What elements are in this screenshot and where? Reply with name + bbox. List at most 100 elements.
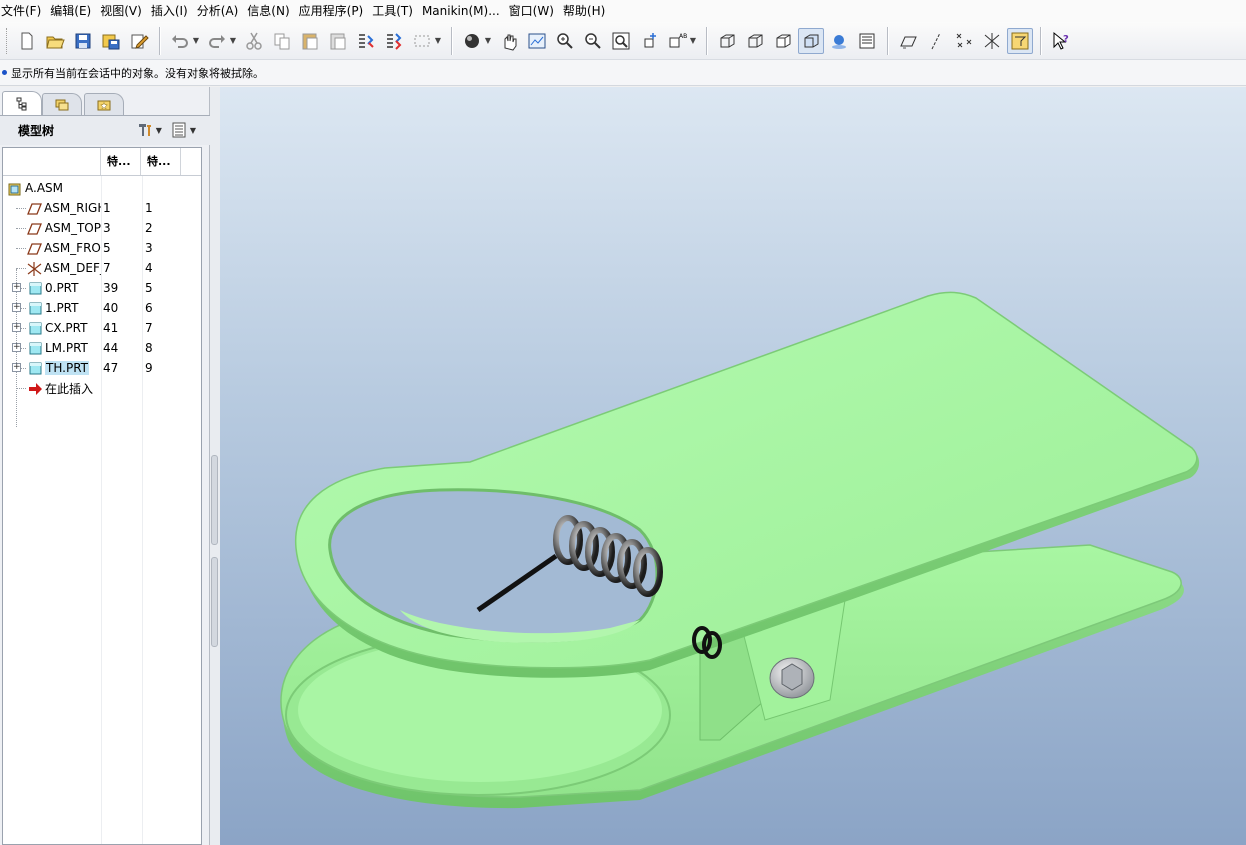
tree-row[interactable]: A.ASM	[3, 178, 201, 198]
appearance-button[interactable]	[459, 28, 485, 54]
shading-button[interactable]	[798, 27, 824, 54]
edit-button[interactable]	[126, 28, 152, 54]
menu-item[interactable]: Manikin(M)...	[420, 0, 507, 22]
undo-button[interactable]	[167, 28, 193, 54]
toolbar-grip[interactable]	[6, 27, 9, 54]
select-box-button[interactable]	[409, 28, 435, 54]
toolbar-separator	[887, 26, 888, 55]
layers-button[interactable]	[854, 28, 880, 54]
reorient-button[interactable]	[636, 28, 662, 54]
paste-icon	[302, 33, 318, 49]
regenerate-icon	[359, 33, 374, 48]
tree-row-name-cell: ASM_TOP	[3, 218, 101, 238]
redo-button[interactable]	[204, 28, 230, 54]
expand-toggle-icon[interactable]: +	[12, 283, 21, 292]
enhanced-realism-button[interactable]	[826, 28, 852, 54]
tree-settings-icon[interactable]	[136, 121, 154, 139]
appearance-icon	[465, 33, 479, 48]
tree-columns-icon[interactable]	[170, 121, 188, 139]
refit-button[interactable]	[524, 28, 550, 54]
coord-sys-icon	[984, 32, 1000, 49]
cut-button[interactable]	[241, 28, 267, 54]
context-help-button[interactable]: ?	[1048, 28, 1074, 54]
menu-item[interactable]: 文件(F)	[0, 0, 48, 22]
regenerate-button[interactable]	[353, 28, 379, 54]
datum-axes-button[interactable]	[923, 28, 949, 54]
toolbar-dropdown-arrow-icon[interactable]: ▼	[484, 36, 492, 45]
graphics-window[interactable]	[220, 87, 1246, 845]
menu-item[interactable]: 窗口(W)	[507, 0, 561, 22]
tree-row[interactable]: ASM_TOP 3 2	[3, 218, 201, 238]
menu-item[interactable]: 信息(N)	[245, 0, 296, 22]
model-tree-tab[interactable]	[2, 91, 42, 115]
tree-row[interactable]: ASM_FRONT5 3	[3, 238, 201, 258]
regenerate-manager-button[interactable]	[381, 28, 407, 54]
coord-sys-button[interactable]	[979, 28, 1005, 54]
tree-row[interactable]: + LM.PRT 44 8	[3, 338, 201, 358]
copy-icon	[274, 33, 290, 49]
zoom-out-button[interactable]	[580, 28, 606, 54]
column-header-feature-id[interactable]: 特...	[101, 148, 141, 175]
toolbar-dropdown-arrow-icon[interactable]: ▼	[689, 36, 697, 45]
new-button[interactable]	[14, 28, 40, 54]
hidden-line-button[interactable]	[742, 28, 768, 54]
tree-row[interactable]: +1.PRT 40 6	[3, 298, 201, 318]
menu-item[interactable]: 视图(V)	[98, 0, 149, 22]
zoom-out-icon	[585, 32, 601, 49]
menu-item[interactable]: 帮助(H)	[561, 0, 612, 22]
new-icon	[21, 32, 33, 49]
tree-row-name-cell: 在此插入	[3, 378, 101, 398]
menu-item[interactable]: 插入(I)	[149, 0, 195, 22]
tree-settings-dropdown-icon[interactable]: ▼	[156, 126, 162, 135]
tree-row[interactable]: 在此插入	[3, 378, 201, 398]
zoom-window-button[interactable]	[608, 28, 634, 54]
splitter-handle[interactable]	[211, 455, 218, 545]
tree-item-label: CX.PRT	[45, 321, 88, 335]
folder-browser-tab[interactable]	[42, 93, 82, 115]
toolbar-dropdown-arrow-icon[interactable]: ▼	[192, 36, 200, 45]
no-hidden-button[interactable]	[770, 28, 796, 54]
annotations-button[interactable]	[1007, 27, 1033, 54]
spin-center-button[interactable]	[496, 28, 522, 54]
paste-special-button[interactable]	[325, 28, 351, 54]
menu-item[interactable]: 分析(A)	[195, 0, 246, 22]
toolbar-dropdown-arrow-icon[interactable]: ▼	[229, 36, 237, 45]
toolbar-dropdown-arrow-icon[interactable]: ▼	[434, 36, 442, 45]
favorites-tab[interactable]	[84, 93, 124, 115]
zoom-in-button[interactable]	[552, 28, 578, 54]
open-button[interactable]	[42, 28, 68, 54]
save-button[interactable]	[70, 28, 96, 54]
feature-id-cell: 44	[103, 341, 119, 355]
part-icon	[27, 300, 43, 316]
hinge-bolt-part[interactable]	[769, 657, 815, 699]
tree-columns-dropdown-icon[interactable]: ▼	[190, 126, 196, 135]
copy-button[interactable]	[269, 28, 295, 54]
datum-points-button[interactable]	[951, 28, 977, 54]
expand-toggle-icon[interactable]: +	[12, 363, 21, 372]
tree-row[interactable]: +0.PRT 39 5	[3, 278, 201, 298]
zoom-in-icon	[557, 32, 573, 49]
menu-item[interactable]: 应用程序(P)	[297, 0, 371, 22]
panel-splitter[interactable]	[210, 87, 220, 845]
expand-toggle-icon[interactable]: +	[12, 303, 21, 312]
saved-views-button[interactable]: AB	[664, 28, 690, 54]
feature-id-cell: 47	[103, 361, 119, 375]
save-as-button[interactable]	[98, 28, 124, 54]
menu-item[interactable]: 工具(T)	[370, 0, 420, 22]
wireframe-button[interactable]	[714, 28, 740, 54]
datum-planes-button[interactable]	[895, 28, 921, 54]
column-header-feature-number[interactable]: 特...	[141, 148, 181, 175]
tree-row[interactable]: ASM_DEF_CSYS7 4	[3, 258, 201, 278]
clip-assembly-model[interactable]	[220, 87, 1246, 845]
menu-item[interactable]: 编辑(E)	[48, 0, 98, 22]
tree-row[interactable]: ASM_RIGHT11	[3, 198, 201, 218]
enhanced-realism-icon	[832, 34, 846, 49]
tree-row[interactable]: + CX.PRT 41 7	[3, 318, 201, 338]
paste-button[interactable]	[297, 28, 323, 54]
splitter-handle[interactable]	[211, 557, 218, 647]
column-header-name[interactable]	[3, 148, 101, 175]
tree-row[interactable]: + TH.PRT 47 9	[3, 358, 201, 378]
expand-toggle-icon[interactable]: +	[12, 343, 21, 352]
expand-toggle-icon[interactable]: +	[12, 323, 21, 332]
tree-row-name-cell: ASM_FRONT	[3, 238, 101, 258]
